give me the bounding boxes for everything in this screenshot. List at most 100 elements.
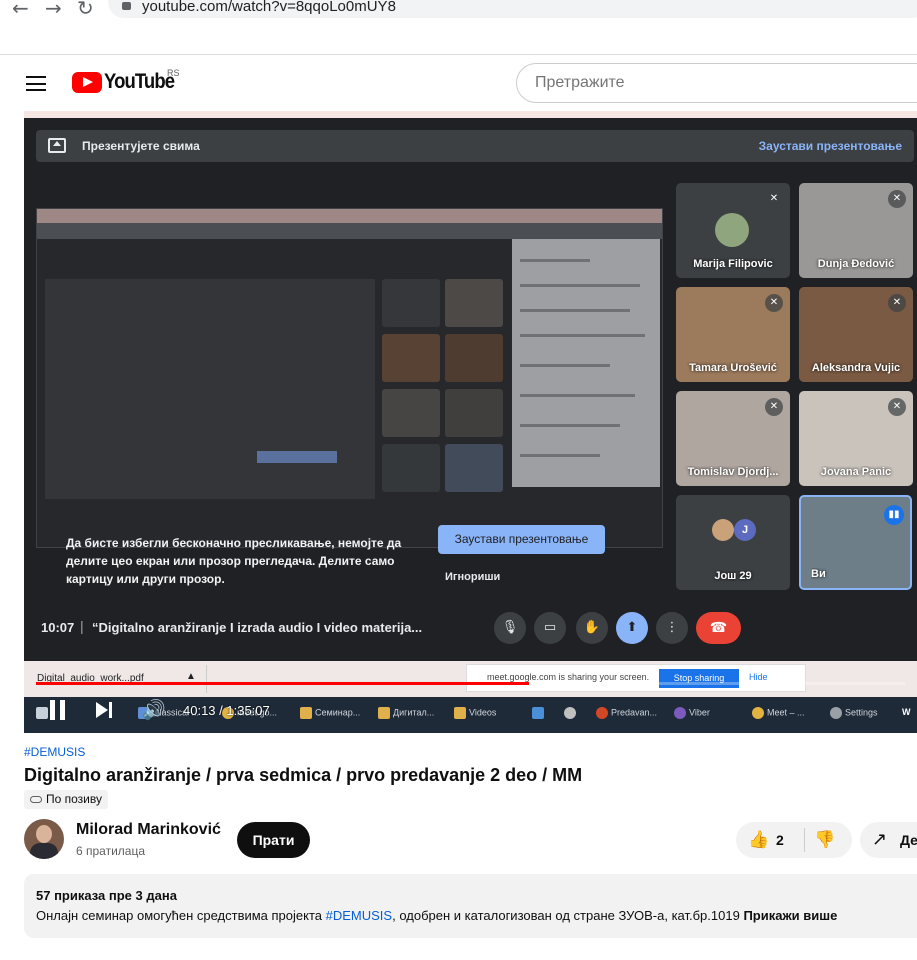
share-arrow-icon: ↗	[872, 829, 888, 850]
show-more-button[interactable]: Прикажи више	[743, 908, 837, 923]
present-screen-button-icon[interactable]: ⬆	[616, 612, 648, 644]
mic-off-icon: ✕	[765, 190, 783, 208]
word-icon[interactable]: W	[902, 707, 911, 717]
participant-tile[interactable]: ✕ Aleksandra Vujic	[799, 287, 913, 382]
chrome-icon	[752, 707, 764, 719]
taskbar-item[interactable]: Viber	[674, 707, 710, 719]
share-notice-text: meet.google.com is sharing your screen.	[487, 672, 650, 682]
end-call-icon[interactable]: ☎	[696, 612, 741, 644]
present-screen-icon	[48, 138, 66, 153]
taskbar-item[interactable]: Settings	[830, 707, 878, 719]
mirrored-button	[257, 451, 337, 463]
participant-name: Tamara Urošević	[689, 362, 777, 374]
raise-hand-icon[interactable]: ✋	[576, 612, 608, 644]
mirrored-line	[520, 284, 640, 287]
participant-name: Dunja Đedović	[817, 258, 895, 270]
link-icon	[30, 796, 42, 804]
description-hashtag[interactable]: #DEMUSIS	[326, 908, 392, 923]
participant-tile[interactable]: ✕ Marija Filipovic	[676, 183, 790, 278]
reload-icon[interactable]: ↻	[77, 0, 94, 20]
taskbar-item[interactable]	[564, 707, 579, 719]
participant-name: Marija Filipovic	[693, 258, 773, 270]
settings-gear-icon	[564, 707, 576, 719]
participant-name: Tomislav Djordj...	[687, 466, 779, 478]
search-box[interactable]	[516, 63, 917, 103]
stop-presenting-button[interactable]: Заустави презентовање	[438, 525, 605, 554]
download-separator	[206, 665, 207, 693]
youtube-wordmark[interactable]: YouTube	[104, 70, 175, 94]
mirrored-tile	[445, 444, 503, 492]
participant-name: Aleksandra Vujic	[811, 362, 901, 374]
next-video-icon[interactable]	[96, 702, 116, 718]
mic-off-icon: ✕	[765, 398, 783, 416]
mirrored-screen	[36, 208, 663, 548]
self-label: Ви	[811, 568, 826, 580]
address-bar[interactable]: youtube.com/watch?v=8qqoLo0mUY8	[108, 0, 917, 18]
back-arrow-icon[interactable]: ←	[12, 0, 29, 20]
mirrored-main	[45, 279, 375, 499]
participant-tile[interactable]: ✕ Tamara Urošević	[676, 287, 790, 382]
mirrored-line	[520, 394, 635, 397]
taskbar-item[interactable]: Дигитал...	[378, 707, 434, 719]
pause-icon[interactable]	[50, 700, 68, 720]
participant-tile[interactable]: ✕ Dunja Đedović	[799, 183, 913, 278]
forward-arrow-icon[interactable]: →	[45, 0, 62, 20]
thumbs-up-icon[interactable]: 👍	[748, 830, 769, 850]
channel-name[interactable]: Milorad Marinković	[76, 821, 221, 839]
more-options-icon[interactable]: ⋮	[656, 612, 688, 644]
participant-avatar: J	[734, 519, 756, 541]
volume-icon[interactable]: 🔊	[142, 698, 166, 721]
windows-start-icon[interactable]	[36, 707, 51, 719]
youtube-header: YouTube RS	[0, 55, 917, 111]
mic-off-icon: ✕	[888, 398, 906, 416]
taskbar-item[interactable]: Predavan...	[596, 707, 657, 719]
search-input[interactable]	[533, 73, 913, 93]
mirrored-tile	[445, 389, 503, 437]
url-text[interactable]: youtube.com/watch?v=8qqoLo0mUY8	[142, 0, 396, 15]
viber-icon	[674, 707, 686, 719]
more-participants-tile[interactable]: J Још 29	[676, 495, 790, 590]
country-code: RS	[167, 68, 180, 78]
app-icon	[532, 707, 544, 719]
video-hashtag[interactable]: #DEMUSIS	[24, 745, 85, 759]
mirrored-line	[520, 454, 600, 457]
share-button[interactable]: ↗ Де	[860, 822, 917, 858]
mirrored-tile	[382, 444, 440, 492]
description-part: Онлајн семинар омогућен средствима проје…	[36, 908, 326, 923]
mic-off-icon: ✕	[888, 190, 906, 208]
self-tile[interactable]: ▮▮ Ви	[799, 495, 912, 590]
subscribe-button[interactable]: Прати	[237, 822, 310, 858]
mirrored-line	[520, 364, 610, 367]
stop-sharing-button[interactable]: Stop sharing	[659, 669, 739, 688]
progress-bar[interactable]	[36, 682, 905, 685]
camera-icon[interactable]: ▭	[534, 612, 566, 644]
taskbar-item[interactable]: Videos	[454, 707, 496, 719]
taskbar-item[interactable]: Meet – ...	[752, 707, 805, 719]
progress-played	[36, 682, 529, 685]
lock-icon	[122, 2, 131, 10]
like-count[interactable]: 2	[776, 832, 784, 848]
participant-tile[interactable]: ✕ Jovana Panic	[799, 391, 913, 486]
subscriber-count: 6 пратилаца	[76, 844, 146, 858]
mirror-warning-text: Да бисте избегли бесконачно пресликавање…	[66, 536, 402, 586]
thumbs-down-icon[interactable]: 👎	[814, 830, 835, 850]
like-dislike-group: 👍 2 👎	[736, 822, 852, 858]
mic-off-icon: ✕	[888, 294, 906, 312]
chevron-up-icon[interactable]: ▲	[186, 671, 196, 682]
participant-tile[interactable]: ✕ Tomislav Djordj...	[676, 391, 790, 486]
participant-name: Jovana Panic	[820, 466, 892, 478]
taskbar-item[interactable]	[532, 707, 547, 719]
ignore-button[interactable]: Игнориши	[445, 571, 500, 583]
channel-avatar[interactable]	[24, 819, 64, 859]
stop-presenting-link[interactable]: Заустави презентовање	[759, 139, 902, 153]
menu-icon[interactable]	[26, 76, 46, 91]
video-player[interactable]: Презентујете свима Заустави презентовање…	[24, 118, 917, 733]
description-box[interactable]: 57 приказа пре 3 дана Онлајн семинар омо…	[24, 874, 917, 938]
youtube-logo-icon[interactable]	[72, 72, 102, 93]
description-text: Онлајн семинар омогућен средствима проје…	[36, 908, 837, 923]
mirrored-tile	[445, 279, 503, 327]
hide-button[interactable]: Hide	[749, 672, 768, 682]
microphone-icon[interactable]: 🎙	[494, 612, 526, 644]
download-bar: Digital_audio_work...pdf ▲ meet.google.c…	[24, 661, 917, 697]
taskbar-item[interactable]: Семинар...	[300, 707, 360, 719]
